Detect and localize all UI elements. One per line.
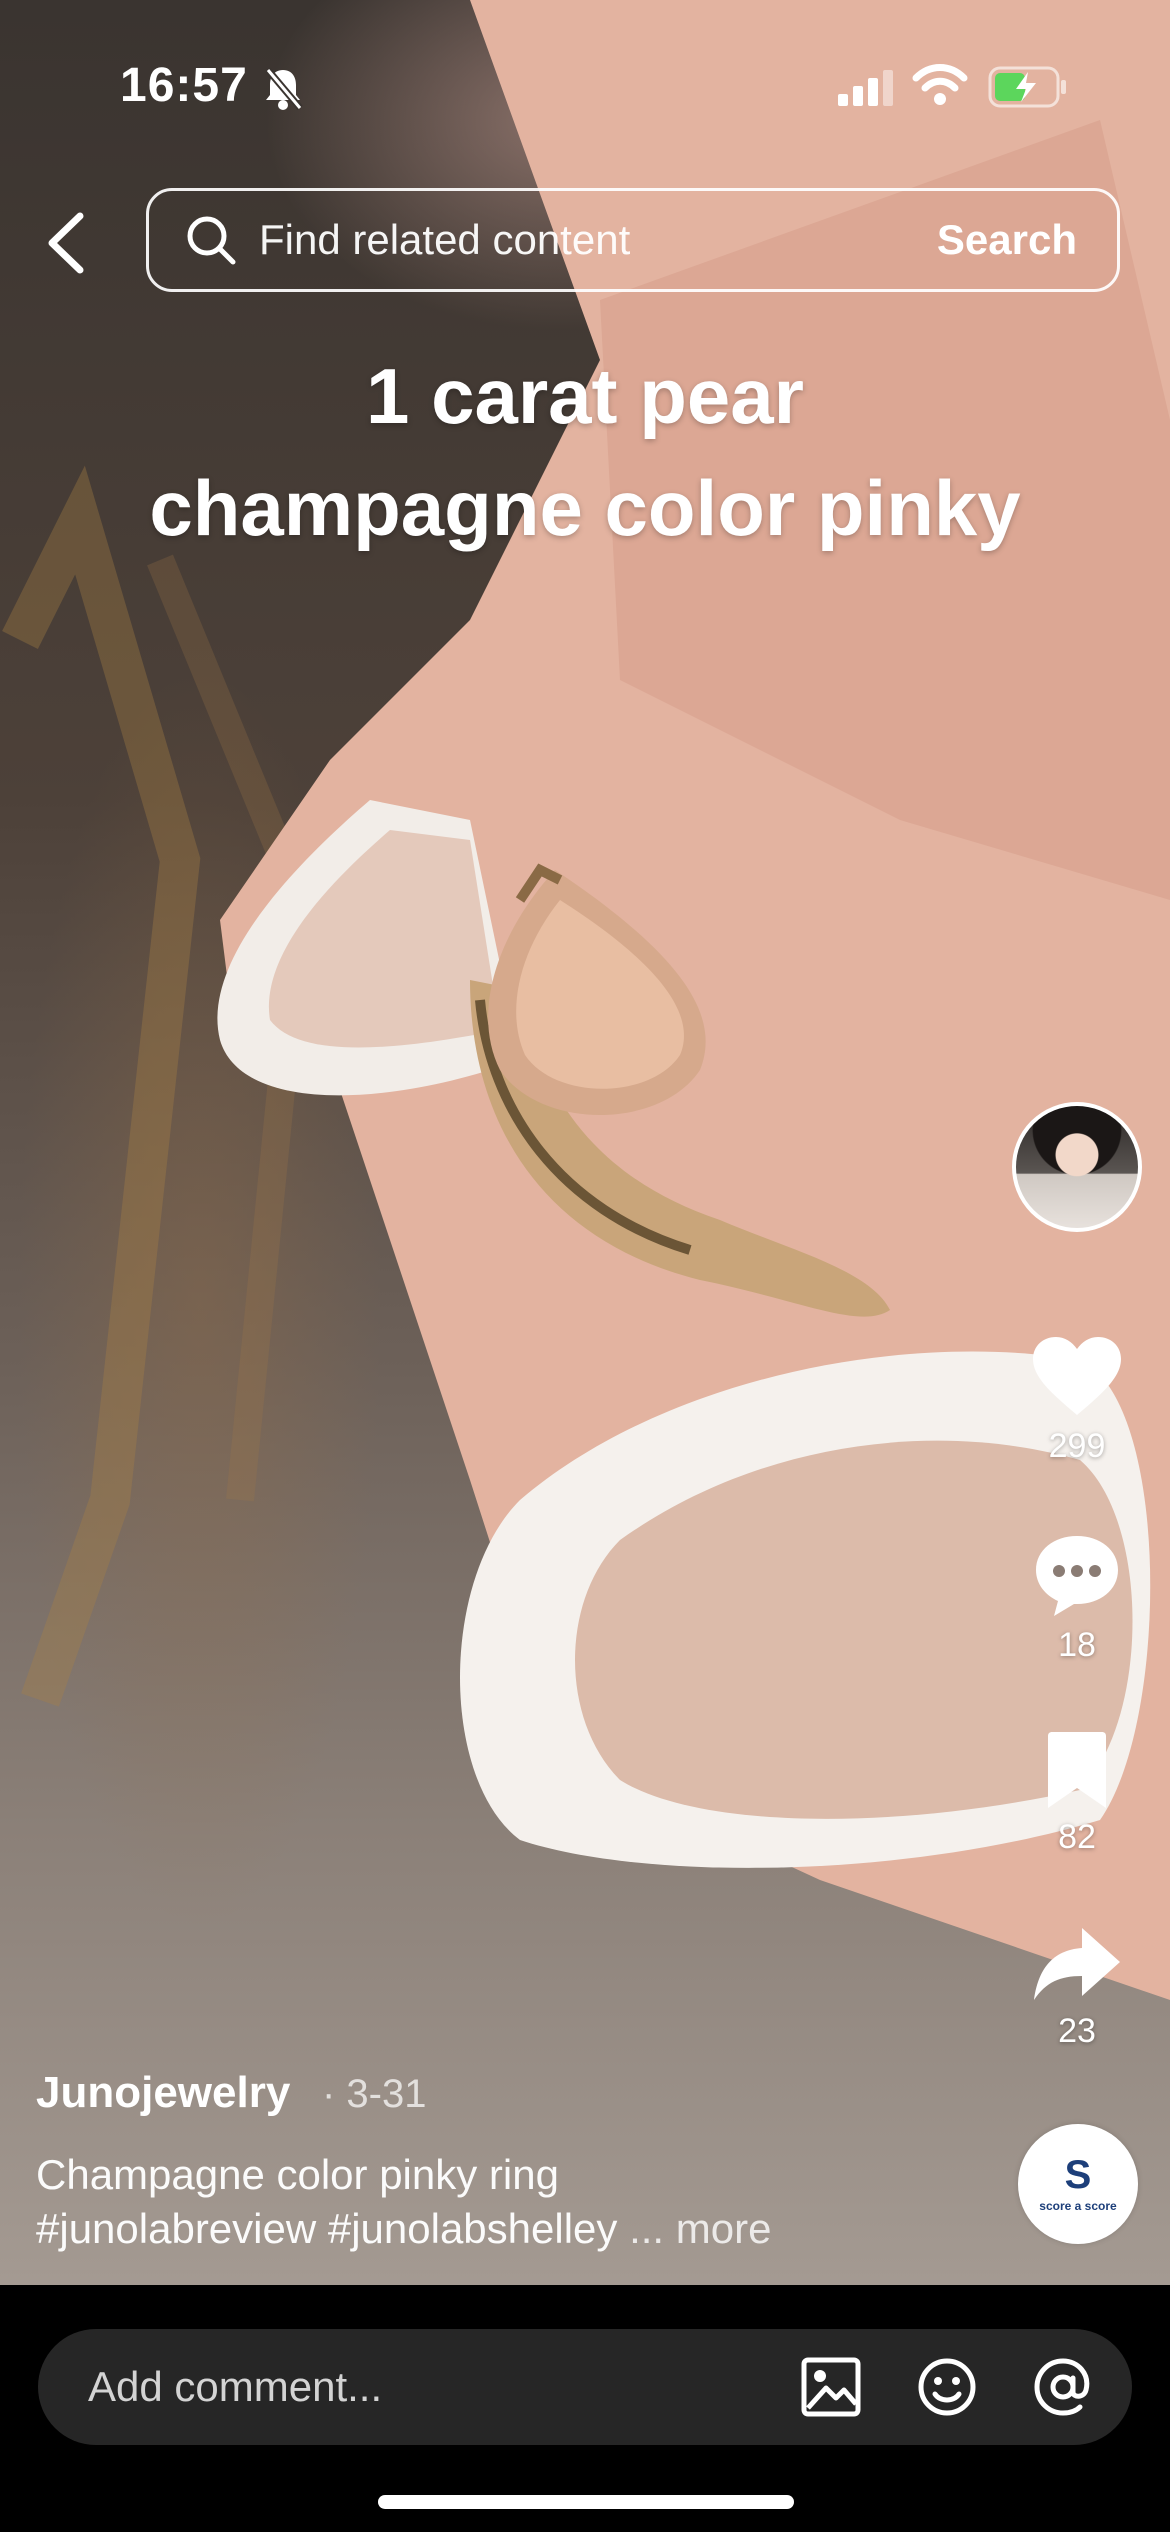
battery-charging-icon: [988, 66, 1066, 108]
save-count: 82: [1058, 1818, 1096, 1856]
mention-icon[interactable]: [1032, 2356, 1094, 2418]
status-time: 16:57: [120, 59, 248, 112]
signal-icon: [838, 70, 893, 106]
caption-hashtags[interactable]: #junolabreview #junolabshelley: [36, 2205, 617, 2252]
caption-line-1: Champagne color pinky ring: [36, 2151, 559, 2198]
comment-input[interactable]: Add comment...: [88, 2363, 800, 2411]
search-button[interactable]: Search: [937, 216, 1077, 264]
overlay-line-2: champagne color pinky: [149, 464, 1021, 552]
share-count: 23: [1058, 2012, 1096, 2050]
more-link[interactable]: ... more: [629, 2205, 771, 2252]
share-button[interactable]: 23: [1012, 1924, 1142, 2051]
caption-line-2: #junolabreview #junolabshelley ... more: [36, 2202, 771, 2256]
heart-icon: [1033, 1337, 1121, 1415]
music-disc[interactable]: S score a score: [1018, 2124, 1138, 2244]
bookmark-icon: [1048, 1732, 1106, 1808]
overlay-line-1: 1 carat pear: [366, 352, 804, 440]
search-input[interactable]: Find related content: [259, 216, 937, 264]
music-label: score a score: [1039, 2199, 1117, 2213]
video-overlay-text: 1 carat pear champagne color pinky: [0, 340, 1170, 564]
author-name[interactable]: Junojewelry: [36, 2068, 290, 2118]
like-button[interactable]: 299: [1012, 1335, 1142, 1466]
bottom-bar: Add comment...: [0, 2285, 1170, 2532]
status-bar: 16:57: [0, 0, 1170, 170]
back-icon[interactable]: [40, 208, 92, 278]
share-arrow-icon: [1034, 1928, 1120, 2000]
bell-slash-icon: [265, 67, 303, 111]
emoji-icon[interactable]: [916, 2356, 978, 2418]
post-date: · 3-31: [322, 2072, 427, 2116]
comment-button[interactable]: 18: [1012, 1532, 1142, 1665]
wifi-icon: [912, 64, 968, 105]
save-button[interactable]: 82: [1012, 1730, 1142, 1857]
search-icon: [187, 216, 236, 265]
music-logo-icon: S: [1064, 2153, 1092, 2197]
post-caption[interactable]: Champagne color pinky ring #junolabrevie…: [36, 2148, 771, 2256]
comment-input-bar[interactable]: Add comment...: [38, 2329, 1132, 2445]
comment-count: 18: [1058, 1626, 1096, 1664]
creator-avatar[interactable]: [1012, 1102, 1142, 1232]
search-bar[interactable]: Find related content Search: [146, 188, 1120, 292]
like-count: 299: [1048, 1427, 1106, 1465]
home-indicator: [378, 2495, 794, 2509]
image-icon[interactable]: [800, 2356, 862, 2418]
comment-icon: [1036, 1536, 1118, 1616]
